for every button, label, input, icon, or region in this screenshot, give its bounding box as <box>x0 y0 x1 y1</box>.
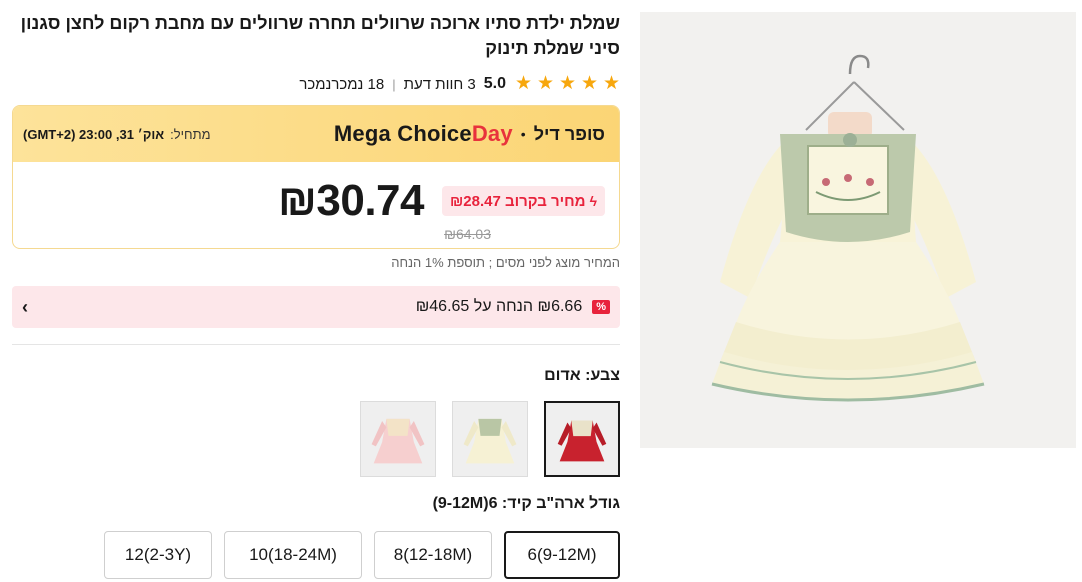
chevron-left-icon[interactable]: › <box>22 297 28 318</box>
color-swatches <box>12 401 620 477</box>
deal-brand: סופר דיל • Mega ChoiceDay <box>334 121 605 147</box>
coupon-bar[interactable]: % ₪6.66 הנחה על ₪46.65 › <box>12 286 620 328</box>
deal-start: מתחיל: אוק׳ 31, 23:00 (GMT+2) <box>23 127 211 142</box>
product-info: שמלת ילדת סתיו ארוכה שרוולים תחרה שרוולי… <box>12 0 620 579</box>
size-option-6[interactable]: 6(9-12M) <box>504 531 620 579</box>
deal-name: סופר דיל <box>533 123 605 144</box>
deal-start-label: מתחיל: <box>170 126 211 142</box>
upcoming-price-badge: ϟ מחיר בקרוב ₪28.47 <box>442 186 605 216</box>
deal-banner: סופר דיל • Mega ChoiceDay מתחיל: אוק׳ 31… <box>13 106 619 162</box>
rating-row[interactable]: ★ ★ ★ ★ ★ 5.0 3 חוות דעת | 18 נמכרנמכר <box>12 72 620 96</box>
size-label: גודל ארה"ב קיד: 6(9-12M) <box>432 495 620 512</box>
size-option-12[interactable]: 12(2-3Y) <box>104 531 212 579</box>
deal-dot: • <box>520 126 526 142</box>
star-icon: ★ <box>514 73 532 94</box>
divider <box>12 344 620 345</box>
price-card: סופר דיל • Mega ChoiceDay מתחיל: אוק׳ 31… <box>12 105 620 249</box>
star-icon: ★ <box>558 73 576 94</box>
star-icon: ★ <box>602 73 620 94</box>
coupon-text: ₪6.66 הנחה על ₪46.65 <box>415 298 583 315</box>
main-product-image[interactable] <box>640 12 1076 448</box>
percent-tag-icon: % <box>592 300 610 314</box>
color-swatch-pink[interactable] <box>360 401 436 477</box>
deal-start-time: אוק׳ 31, 23:00 (GMT+2) <box>23 126 165 142</box>
color-swatch-red[interactable] <box>544 401 620 477</box>
size-option-10[interactable]: 10(18-24M) <box>224 531 362 579</box>
lightning-icon: ϟ <box>589 193 597 209</box>
star-icon: ★ <box>580 73 598 94</box>
sold-count: 18 נמכרנמכר <box>299 75 385 93</box>
color-swatch-cream[interactable] <box>452 401 528 477</box>
rating-stars: ★ ★ ★ ★ ★ <box>514 73 620 94</box>
price-secondary: ϟ מחיר בקרוב ₪28.47 <box>442 186 605 216</box>
rating-score: 5.0 <box>483 75 506 92</box>
size-option-8[interactable]: 8(12-18M) <box>374 531 492 579</box>
star-icon: ★ <box>536 73 554 94</box>
original-price: ₪64.03 <box>444 226 491 242</box>
price-body: ϟ מחיר בקרוב ₪28.47 ₪30.74 <box>13 162 619 226</box>
mega-choice-day-logo: Mega ChoiceDay <box>333 121 513 146</box>
color-label: צבע: אדום <box>544 367 620 384</box>
size-options: 6(9-12M) 8(12-18M) 10(18-24M) 12(2-3Y) <box>12 531 620 579</box>
product-title: שמלת ילדת סתיו ארוכה שרוולים תחרה שרוולי… <box>20 13 620 58</box>
tax-note: המחיר מוצג לפני מסים ; תוספת 1% הנחה <box>391 255 620 270</box>
reviews-link[interactable]: 3 חוות דעת <box>404 76 476 93</box>
current-price: ₪30.74 <box>278 176 425 225</box>
rating-separator: | <box>392 76 396 92</box>
